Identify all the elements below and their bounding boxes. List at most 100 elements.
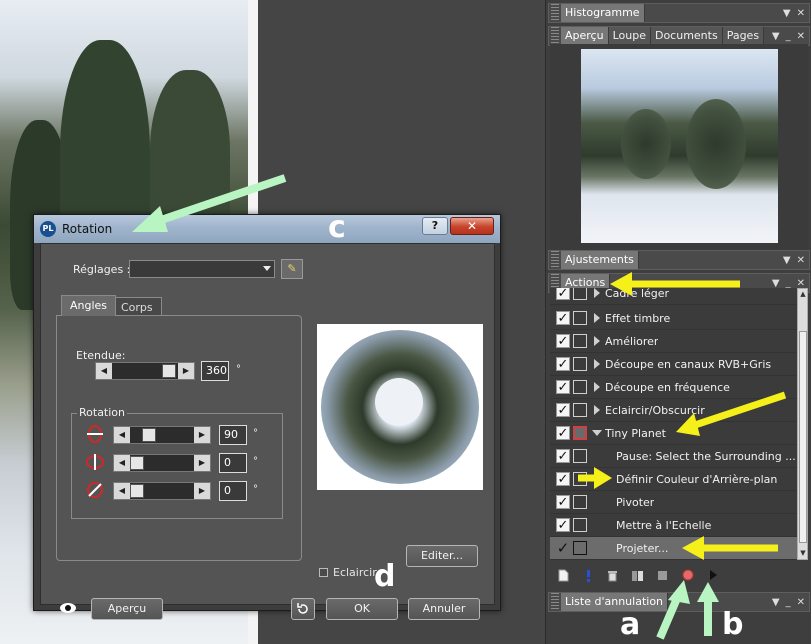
slider-right-arrow-icon[interactable]: ▶ xyxy=(194,427,210,443)
rotation-slider-2[interactable]: ◀ ▶ xyxy=(113,454,211,472)
expand-icon[interactable] xyxy=(594,336,600,346)
close-button[interactable]: ✕ xyxy=(450,217,494,235)
minimize-icon[interactable]: _ xyxy=(786,31,791,42)
dialog-toggle-box[interactable] xyxy=(573,334,587,348)
checkmark-icon[interactable]: ✓ xyxy=(556,380,570,394)
checkmark-icon[interactable]: ✓ xyxy=(556,495,570,509)
dialog-titlebar[interactable]: PL Rotation ? ✕ xyxy=(34,215,500,243)
scroll-thumb[interactable] xyxy=(799,331,807,543)
action-step-pause[interactable]: ✓ Pause: Select the Surrounding ... xyxy=(550,445,797,468)
slider-left-arrow-icon[interactable]: ◀ xyxy=(96,363,112,379)
action-step-pivoter[interactable]: ✓ Pivoter xyxy=(550,491,797,514)
dialog-toggle-box[interactable] xyxy=(573,426,587,440)
edit-button[interactable]: Editer... xyxy=(406,545,478,567)
actions-scrollbar[interactable]: ▲ ▼ xyxy=(797,288,808,560)
dialog-toggle-box[interactable] xyxy=(573,472,587,486)
tab-loupe[interactable]: Loupe xyxy=(608,27,651,45)
minimize-icon[interactable]: _ xyxy=(786,597,791,608)
expand-icon[interactable] xyxy=(594,405,600,415)
dialog-toggle-box[interactable] xyxy=(573,449,587,463)
action-row-decoupe-canaux[interactable]: ✓ Découpe en canaux RVB+Gris xyxy=(550,353,797,376)
dialog-toggle-box[interactable] xyxy=(573,403,587,417)
save-preset-button[interactable]: ✎ xyxy=(281,259,303,279)
panel-close-icon[interactable]: ✕ xyxy=(797,8,805,19)
record-icon[interactable] xyxy=(681,569,694,582)
dialog-toggle-box[interactable] xyxy=(573,357,587,371)
tab-documents[interactable]: Documents xyxy=(650,27,723,45)
checkmark-icon[interactable]: ✓ xyxy=(556,540,570,555)
tab-angles[interactable]: Angles xyxy=(61,295,117,316)
slider-thumb[interactable] xyxy=(142,428,156,442)
action-row-cadre-leger[interactable]: ✓ Cadre léger xyxy=(550,288,797,305)
checkmark-icon[interactable]: ✓ xyxy=(556,472,570,486)
action-step-mettre-echelle[interactable]: ✓ Mettre à l'Echelle xyxy=(550,514,797,537)
panel-menu-icon[interactable]: ▼ xyxy=(772,31,780,42)
panel-menu-icon[interactable]: ▼ xyxy=(783,8,791,19)
action-row-ameliorer[interactable]: ✓ Améliorer xyxy=(550,330,797,353)
histogram-panel-header[interactable]: Histogramme ▼ ✕ xyxy=(548,3,810,23)
panel-close-icon[interactable]: ✕ xyxy=(797,278,805,289)
tab-corps[interactable]: Corps xyxy=(112,297,162,315)
collapse-icon[interactable] xyxy=(592,430,602,436)
action-row-tiny-planet[interactable]: ✓ Tiny Planet xyxy=(550,422,797,445)
action-step-definir-couleur[interactable]: ✓ Définir Couleur d'Arrière-plan xyxy=(550,468,797,491)
action-row-eclaircir-obscurcir[interactable]: ✓ Eclaircir/Obscurcir xyxy=(550,399,797,422)
panel-close-icon[interactable]: ✕ xyxy=(797,31,805,42)
panel-close-icon[interactable]: ✕ xyxy=(797,597,805,608)
expand-icon[interactable] xyxy=(594,288,600,298)
extent-slider[interactable]: ◀ ▶ xyxy=(95,362,195,380)
eye-icon[interactable] xyxy=(59,602,77,614)
scroll-up-icon[interactable]: ▲ xyxy=(799,290,807,298)
adjustments-tab[interactable]: Ajustements xyxy=(561,251,639,269)
action-step-projeter[interactable]: ✓ Projeter... xyxy=(550,537,797,560)
expand-icon[interactable] xyxy=(594,382,600,392)
adjustments-panel-header[interactable]: Ajustements ▼ ✕ xyxy=(548,250,810,270)
rotation-input-1[interactable]: 90 xyxy=(219,425,247,445)
expand-icon[interactable] xyxy=(594,313,600,323)
rotation-slider-3[interactable]: ◀ ▶ xyxy=(113,482,211,500)
slider-left-arrow-icon[interactable]: ◀ xyxy=(114,427,130,443)
split-icon[interactable] xyxy=(631,569,644,582)
histogram-tab[interactable]: Histogramme xyxy=(561,4,645,22)
dialog-toggle-box[interactable] xyxy=(573,541,587,555)
checkmark-icon[interactable]: ✓ xyxy=(556,518,570,532)
slider-right-arrow-icon[interactable]: ▶ xyxy=(178,363,194,379)
slider-right-arrow-icon[interactable]: ▶ xyxy=(194,483,210,499)
reset-button[interactable] xyxy=(291,598,315,620)
expand-icon[interactable] xyxy=(594,359,600,369)
grip-icon[interactable] xyxy=(551,251,559,269)
slider-thumb[interactable] xyxy=(130,484,144,498)
panel-close-icon[interactable]: ✕ xyxy=(797,255,805,266)
stop-icon[interactable] xyxy=(656,569,669,582)
dialog-toggle-box[interactable] xyxy=(573,288,587,300)
delete-icon[interactable] xyxy=(606,569,619,582)
new-action-icon[interactable] xyxy=(556,569,569,582)
minimize-icon[interactable]: _ xyxy=(786,278,791,289)
history-tab[interactable]: Liste d'annulation xyxy=(561,593,669,611)
checkmark-icon[interactable]: ✓ xyxy=(556,311,570,325)
grip-icon[interactable] xyxy=(551,4,559,22)
slider-thumb[interactable] xyxy=(130,456,144,470)
checkmark-icon[interactable]: ✓ xyxy=(556,357,570,371)
dialog-toggle-box[interactable] xyxy=(573,311,587,325)
dialog-toggle-box[interactable] xyxy=(573,495,587,509)
checkmark-icon[interactable]: ✓ xyxy=(556,403,570,417)
grip-icon[interactable] xyxy=(551,593,559,611)
preview-button[interactable]: Aperçu xyxy=(91,598,163,620)
help-button[interactable]: ? xyxy=(422,217,448,235)
rotation-slider-1[interactable]: ◀ ▶ xyxy=(113,426,211,444)
rotation-input-3[interactable]: 0 xyxy=(219,481,247,501)
cancel-button[interactable]: Annuler xyxy=(408,598,480,620)
history-panel-header[interactable]: Liste d'annulation ▼ _ ✕ xyxy=(548,592,810,612)
checkmark-icon[interactable]: ✓ xyxy=(556,334,570,348)
checkmark-icon[interactable]: ✓ xyxy=(556,426,570,440)
dialog-toggle-box[interactable] xyxy=(573,380,587,394)
rotation-input-2[interactable]: 0 xyxy=(219,453,247,473)
scroll-down-icon[interactable]: ▼ xyxy=(799,549,807,557)
action-row-decoupe-frequence[interactable]: ✓ Découpe en fréquence xyxy=(550,376,797,399)
checkbox-box[interactable] xyxy=(319,568,328,577)
eclaircir-checkbox[interactable]: Eclaircir xyxy=(319,566,377,579)
play-icon[interactable] xyxy=(706,569,719,582)
slider-thumb[interactable] xyxy=(162,364,176,378)
slider-right-arrow-icon[interactable]: ▶ xyxy=(194,455,210,471)
